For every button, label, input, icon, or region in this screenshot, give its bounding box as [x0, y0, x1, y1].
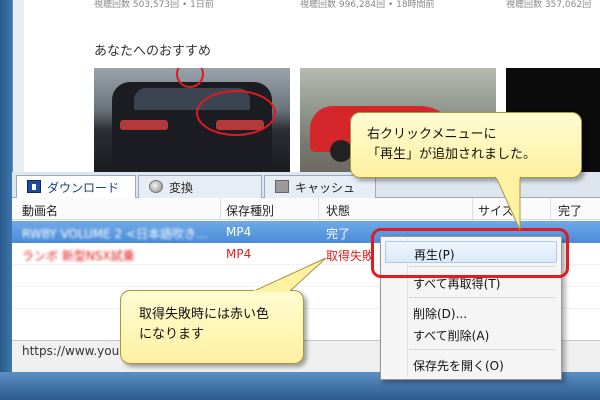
recommendations-heading: あなたへのおすすめ	[94, 44, 212, 59]
column-header-name[interactable]: 動画名	[22, 202, 58, 219]
callout-menu-note: 右クリックメニューに 「再生」が追加されました。	[350, 112, 582, 178]
column-header-state[interactable]: 状態	[326, 202, 350, 219]
download-state: 完了	[326, 227, 351, 241]
view-count: 視聴回数 996,284回 • 18時間前	[300, 0, 435, 10]
menu-item-delete[interactable]: 削除(D)...	[385, 301, 557, 323]
callout-pointer	[253, 257, 327, 292]
menu-item-open-folder[interactable]: 保存先を開く(O)	[385, 353, 557, 375]
save-type: MP4	[226, 225, 252, 239]
tab-download[interactable]: ダウンロード	[16, 175, 136, 199]
status-url: https://www.you	[22, 344, 120, 358]
tab-cache[interactable]: キャッシュ	[264, 175, 376, 198]
tab-convert[interactable]: 変換	[138, 175, 262, 198]
highlight-box	[371, 228, 569, 278]
convert-icon	[149, 180, 163, 193]
video-thumbnail[interactable]	[94, 68, 290, 172]
column-header-done[interactable]: 完了	[558, 202, 582, 219]
tab-label: キャッシュ	[295, 181, 356, 195]
save-type: MP4	[226, 247, 252, 261]
view-count-row: 視聴回数 503,573回 • 1日前 視聴回数 996,284回 • 18時間…	[24, 0, 600, 10]
window-frame-left	[0, 0, 12, 400]
callout-fail-note: 取得失敗時には赤い色 になります	[120, 290, 304, 364]
cache-icon	[275, 180, 289, 193]
tab-label: 変換	[169, 181, 194, 195]
tab-label: ダウンロード	[47, 181, 120, 195]
video-name: ランボ 新型NSX試乗	[22, 249, 135, 263]
menu-item-delete-all[interactable]: すべて削除(A)	[385, 323, 557, 345]
download-icon	[27, 180, 41, 193]
view-count: 視聴回数 503,573回 • 1日前	[94, 0, 214, 10]
annotation-circle	[196, 90, 276, 136]
download-state: 取得失敗	[326, 249, 375, 263]
view-count: 視聴回数 357,062回	[506, 0, 592, 10]
video-name: RWBY VOLUME 2 <日本語吹き…	[22, 227, 209, 241]
column-header-type[interactable]: 保存種別	[226, 202, 274, 219]
callout-pointer	[495, 176, 521, 231]
